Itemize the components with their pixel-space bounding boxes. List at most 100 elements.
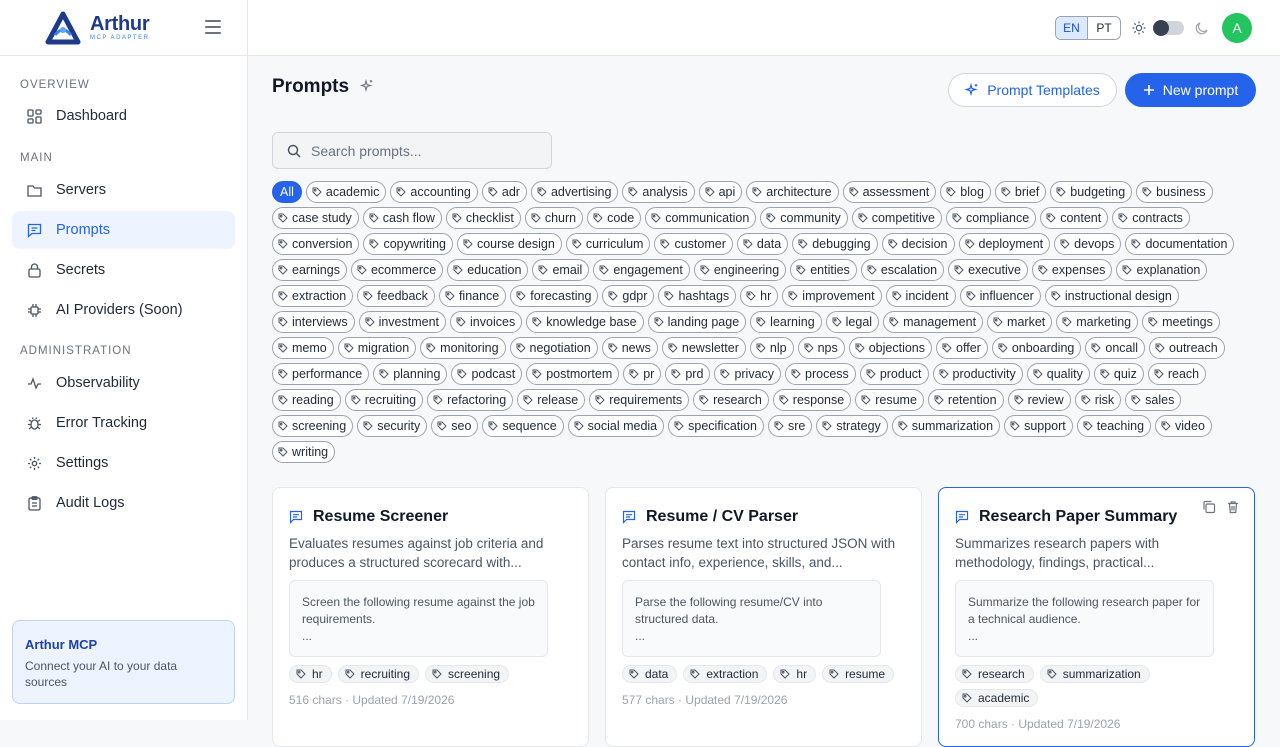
sidebar-item-error-tracking[interactable]: Error Tracking <box>12 404 235 442</box>
tag-filter-chip[interactable]: adr <box>481 181 527 203</box>
tag-filter-chip[interactable]: security <box>357 415 428 437</box>
tag-filter-chip[interactable]: nps <box>797 337 845 359</box>
tag-filter-chip[interactable]: assessment <box>842 181 937 203</box>
tag-filter-chip[interactable]: monitoring <box>420 337 506 359</box>
avatar[interactable]: A <box>1222 13 1252 43</box>
tag-filter-chip[interactable]: case study <box>272 207 359 229</box>
tag-filter-chip[interactable]: decision <box>881 233 955 255</box>
tag-filter-chip[interactable]: recruiting <box>344 389 424 411</box>
tag-filter-chip[interactable]: performance <box>272 363 370 385</box>
tag-filter-chip[interactable]: legal <box>825 311 880 333</box>
tag-filter-chip[interactable]: customer <box>654 233 733 255</box>
tag-filter-chip[interactable]: finance <box>438 285 507 307</box>
tag-filter-chip[interactable]: pr <box>623 363 662 385</box>
tag-filter-chip[interactable]: ecommerce <box>350 259 444 281</box>
tag-filter-chip[interactable]: oncall <box>1085 337 1146 359</box>
tag-filter-chip[interactable]: forecasting <box>510 285 599 307</box>
tag-filter-chip[interactable]: cash flow <box>362 207 442 229</box>
tag-filter-chip[interactable]: advertising <box>530 181 619 203</box>
tag-filter-chip[interactable]: teaching <box>1076 415 1152 437</box>
tag-filter-chip[interactable]: email <box>532 259 590 281</box>
tag-filter-chip[interactable]: compliance <box>945 207 1037 229</box>
tag-filter-chip[interactable]: video <box>1155 415 1212 437</box>
tag-filter-chip[interactable]: churn <box>524 207 584 229</box>
tag-filter-chip[interactable]: risk <box>1074 389 1122 411</box>
tag-filter-chip[interactable]: offer <box>936 337 988 359</box>
tag-filter-chip[interactable]: product <box>859 363 929 385</box>
tag-filter-chip[interactable]: incident <box>885 285 956 307</box>
tag-filter-chip[interactable]: prd <box>665 363 711 385</box>
tag-filter-chip[interactable]: refactoring <box>427 389 514 411</box>
tag-filter-chip[interactable]: executive <box>948 259 1028 281</box>
tag-filter-chip[interactable]: hashtags <box>658 285 737 307</box>
tag-filter-chip[interactable]: migration <box>337 337 417 359</box>
tag-filter-chip[interactable]: business <box>1136 181 1213 203</box>
tag-filter-chip[interactable]: market <box>987 311 1053 333</box>
tag-filter-chip[interactable]: engagement <box>593 259 690 281</box>
tag-filter-chip[interactable]: conversion <box>272 233 360 255</box>
tag-filter-chip[interactable]: retention <box>927 389 1004 411</box>
tag-filter-chip[interactable]: copywriting <box>363 233 453 255</box>
tag-filter-chip[interactable]: influencer <box>959 285 1041 307</box>
tag-filter-chip[interactable]: engineering <box>693 259 787 281</box>
prompt-card[interactable]: Research Paper Summary Summarizes researc… <box>938 487 1255 747</box>
tag-filter-all[interactable]: All <box>272 181 302 203</box>
tag-filter-chip[interactable]: communication <box>645 207 757 229</box>
tag-filter-chip[interactable]: seo <box>431 415 479 437</box>
sidebar-item-settings[interactable]: Settings <box>12 444 235 482</box>
tag-filter-chip[interactable]: competitive <box>851 207 942 229</box>
tag-filter-chip[interactable]: strategy <box>816 415 888 437</box>
tag-filter-chip[interactable]: architecture <box>746 181 839 203</box>
tag-filter-chip[interactable]: escalation <box>860 259 945 281</box>
tag-filter-chip[interactable]: education <box>447 259 529 281</box>
tag-filter-chip[interactable]: requirements <box>589 389 690 411</box>
menu-toggle-icon[interactable] <box>205 20 221 34</box>
tag-filter-chip[interactable]: outreach <box>1149 337 1225 359</box>
logo[interactable]: Arthur MCP ADAPTER <box>0 0 247 56</box>
sidebar-item-secrets[interactable]: Secrets <box>12 251 235 289</box>
tag-filter-chip[interactable]: release <box>517 389 586 411</box>
tag-filter-chip[interactable]: expenses <box>1031 259 1113 281</box>
tag-filter-chip[interactable]: postmortem <box>526 363 620 385</box>
tag-filter-chip[interactable]: review <box>1007 389 1071 411</box>
tag-filter-chip[interactable]: improvement <box>782 285 882 307</box>
tag-filter-chip[interactable]: objections <box>848 337 933 359</box>
tag-filter-chip[interactable]: process <box>785 363 856 385</box>
tag-filter-chip[interactable]: quiz <box>1093 363 1144 385</box>
tag-filter-chip[interactable]: documentation <box>1125 233 1235 255</box>
tag-filter-chip[interactable]: devops <box>1054 233 1122 255</box>
tag-filter-chip[interactable]: research <box>693 389 769 411</box>
tag-filter-chip[interactable]: screening <box>272 415 354 437</box>
tag-filter-chip[interactable]: debugging <box>792 233 878 255</box>
tag-filter-chip[interactable]: learning <box>750 311 822 333</box>
tag-filter-chip[interactable]: quality <box>1026 363 1090 385</box>
search-input[interactable] <box>311 142 531 159</box>
tag-filter-chip[interactable]: podcast <box>451 363 523 385</box>
new-prompt-button[interactable]: New prompt <box>1125 73 1256 107</box>
tag-filter-chip[interactable]: reach <box>1147 363 1207 385</box>
tag-filter-chip[interactable]: analysis <box>622 181 695 203</box>
sidebar-item-audit-logs[interactable]: Audit Logs <box>12 484 235 522</box>
tag-filter-chip[interactable]: social media <box>567 415 665 437</box>
tag-filter-chip[interactable]: specification <box>668 415 764 437</box>
tag-filter-chip[interactable]: hr <box>740 285 779 307</box>
tag-filter-chip[interactable]: knowledge base <box>526 311 644 333</box>
tag-filter-chip[interactable]: content <box>1040 207 1109 229</box>
tag-filter-chip[interactable]: budgeting <box>1050 181 1133 203</box>
tag-filter-chip[interactable]: marketing <box>1056 311 1139 333</box>
tag-filter-chip[interactable]: sre <box>767 415 813 437</box>
tag-filter-chip[interactable]: response <box>772 389 852 411</box>
tag-filter-chip[interactable]: checklist <box>445 207 521 229</box>
tag-filter-chip[interactable]: writing <box>272 441 336 463</box>
tag-filter-chip[interactable]: management <box>883 311 984 333</box>
tag-filter-chip[interactable]: data <box>736 233 789 255</box>
tag-filter-chip[interactable]: feedback <box>357 285 435 307</box>
tag-filter-chip[interactable]: landing page <box>647 311 747 333</box>
sidebar-item-ai-providers[interactable]: AI Providers (Soon) <box>12 291 235 329</box>
tag-filter-chip[interactable]: contracts <box>1112 207 1190 229</box>
tag-filter-chip[interactable]: course design <box>456 233 562 255</box>
tag-filter-chip[interactable]: negotiation <box>509 337 598 359</box>
tag-filter-chip[interactable]: api <box>698 181 743 203</box>
tag-filter-chip[interactable]: nlp <box>749 337 794 359</box>
copy-icon[interactable] <box>1202 500 1216 514</box>
